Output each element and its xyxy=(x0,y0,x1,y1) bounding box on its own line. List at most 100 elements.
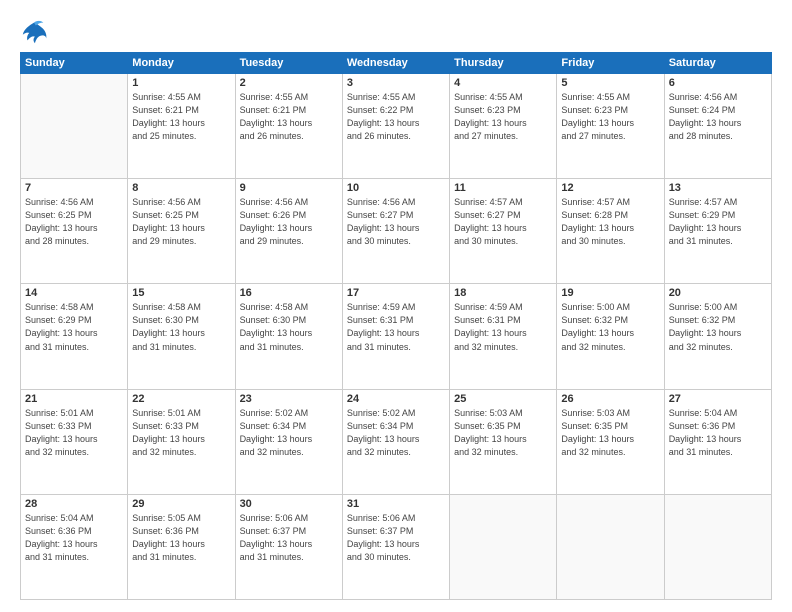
calendar-cell: 6 Sunrise: 4:56 AM Sunset: 6:24 PM Daylig… xyxy=(664,74,771,179)
page: SundayMondayTuesdayWednesdayThursdayFrid… xyxy=(0,0,792,612)
day-info: Sunrise: 4:59 AM Sunset: 6:31 PM Dayligh… xyxy=(454,301,552,353)
day-number: 16 xyxy=(240,287,338,299)
calendar-cell: 22Sunrise: 5:01 AM Sunset: 6:33 PM Dayli… xyxy=(128,389,235,494)
day-info: Sunrise: 5:06 AM Sunset: 6:37 PM Dayligh… xyxy=(347,512,445,564)
calendar-week-row: 14Sunrise: 4:58 AM Sunset: 6:29 PM Dayli… xyxy=(21,284,772,389)
day-number: 10 xyxy=(347,182,445,194)
calendar-cell: 1 Sunrise: 4:55 AM Sunset: 6:21 PM Daylig… xyxy=(128,74,235,179)
day-number: 5 xyxy=(561,77,659,89)
calendar-cell: 10 Sunrise: 4:56 AM Sunset: 6:27 PM Dayli… xyxy=(342,179,449,284)
calendar-cell: 16 Sunrise: 4:58 AM Sunset: 6:30 PM Dayli… xyxy=(235,284,342,389)
day-info: Sunrise: 4:55 AM Sunset: 6:23 PM Dayligh… xyxy=(454,91,552,143)
day-number: 22 xyxy=(132,393,230,405)
calendar-cell: 30 Sunrise: 5:06 AM Sunset: 6:37 PM Dayli… xyxy=(235,494,342,599)
day-info: Sunrise: 5:00 AM Sunset: 6:32 PM Dayligh… xyxy=(561,301,659,353)
day-info: Sunrise: 4:59 AM Sunset: 6:31 PM Dayligh… xyxy=(347,301,445,353)
day-number: 26 xyxy=(561,393,659,405)
calendar-day-header: Sunday xyxy=(21,53,128,74)
calendar-table: SundayMondayTuesdayWednesdayThursdayFrid… xyxy=(20,52,772,600)
calendar-cell: 7 Sunrise: 4:56 AM Sunset: 6:25 PM Daylig… xyxy=(21,179,128,284)
calendar-week-row: 28 Sunrise: 5:04 AM Sunset: 6:36 PM Dayli… xyxy=(21,494,772,599)
calendar-cell xyxy=(664,494,771,599)
day-info: Sunrise: 4:55 AM Sunset: 6:22 PM Dayligh… xyxy=(347,91,445,143)
day-number: 7 xyxy=(25,182,123,194)
day-number: 15 xyxy=(132,287,230,299)
day-number: 4 xyxy=(454,77,552,89)
calendar-cell: 5 Sunrise: 4:55 AM Sunset: 6:23 PM Daylig… xyxy=(557,74,664,179)
day-info: Sunrise: 5:00 AM Sunset: 6:32 PM Dayligh… xyxy=(669,301,767,353)
day-number: 3 xyxy=(347,77,445,89)
calendar-cell: 29 Sunrise: 5:05 AM Sunset: 6:36 PM Dayli… xyxy=(128,494,235,599)
day-info: Sunrise: 4:57 AM Sunset: 6:29 PM Dayligh… xyxy=(669,196,767,248)
day-info: Sunrise: 5:01 AM Sunset: 6:33 PM Dayligh… xyxy=(25,407,123,459)
day-number: 6 xyxy=(669,77,767,89)
day-info: Sunrise: 4:56 AM Sunset: 6:26 PM Dayligh… xyxy=(240,196,338,248)
day-number: 31 xyxy=(347,498,445,510)
calendar-cell: 21 Sunrise: 5:01 AM Sunset: 6:33 PM Dayli… xyxy=(21,389,128,494)
calendar-cell: 18 Sunrise: 4:59 AM Sunset: 6:31 PM Dayli… xyxy=(450,284,557,389)
day-info: Sunrise: 4:57 AM Sunset: 6:28 PM Dayligh… xyxy=(561,196,659,248)
day-number: 19 xyxy=(561,287,659,299)
calendar-cell: 15 Sunrise: 4:58 AM Sunset: 6:30 PM Dayli… xyxy=(128,284,235,389)
day-number: 21 xyxy=(25,393,123,405)
day-info: Sunrise: 4:56 AM Sunset: 6:27 PM Dayligh… xyxy=(347,196,445,248)
calendar-cell: 8 Sunrise: 4:56 AM Sunset: 6:25 PM Daylig… xyxy=(128,179,235,284)
calendar-week-row: 1 Sunrise: 4:55 AM Sunset: 6:21 PM Daylig… xyxy=(21,74,772,179)
day-number: 24 xyxy=(347,393,445,405)
day-info: Sunrise: 4:58 AM Sunset: 6:30 PM Dayligh… xyxy=(132,301,230,353)
calendar-day-header: Thursday xyxy=(450,53,557,74)
calendar-cell: 23Sunrise: 5:02 AM Sunset: 6:34 PM Dayli… xyxy=(235,389,342,494)
calendar-cell xyxy=(557,494,664,599)
calendar-day-header: Monday xyxy=(128,53,235,74)
day-number: 20 xyxy=(669,287,767,299)
calendar-cell: 14Sunrise: 4:58 AM Sunset: 6:29 PM Dayli… xyxy=(21,284,128,389)
day-info: Sunrise: 5:02 AM Sunset: 6:34 PM Dayligh… xyxy=(347,407,445,459)
calendar-week-row: 7 Sunrise: 4:56 AM Sunset: 6:25 PM Daylig… xyxy=(21,179,772,284)
day-number: 1 xyxy=(132,77,230,89)
calendar-cell: 4 Sunrise: 4:55 AM Sunset: 6:23 PM Daylig… xyxy=(450,74,557,179)
day-number: 30 xyxy=(240,498,338,510)
calendar-cell: 26Sunrise: 5:03 AM Sunset: 6:35 PM Dayli… xyxy=(557,389,664,494)
logo xyxy=(20,18,52,46)
day-number: 2 xyxy=(240,77,338,89)
day-info: Sunrise: 5:04 AM Sunset: 6:36 PM Dayligh… xyxy=(669,407,767,459)
day-number: 13 xyxy=(669,182,767,194)
calendar-day-header: Tuesday xyxy=(235,53,342,74)
day-info: Sunrise: 5:06 AM Sunset: 6:37 PM Dayligh… xyxy=(240,512,338,564)
day-number: 8 xyxy=(132,182,230,194)
calendar-day-header: Friday xyxy=(557,53,664,74)
day-number: 9 xyxy=(240,182,338,194)
calendar-cell: 27Sunrise: 5:04 AM Sunset: 6:36 PM Dayli… xyxy=(664,389,771,494)
day-info: Sunrise: 4:56 AM Sunset: 6:25 PM Dayligh… xyxy=(25,196,123,248)
day-info: Sunrise: 4:57 AM Sunset: 6:27 PM Dayligh… xyxy=(454,196,552,248)
day-info: Sunrise: 5:04 AM Sunset: 6:36 PM Dayligh… xyxy=(25,512,123,564)
day-info: Sunrise: 4:55 AM Sunset: 6:21 PM Dayligh… xyxy=(132,91,230,143)
day-number: 29 xyxy=(132,498,230,510)
day-number: 17 xyxy=(347,287,445,299)
calendar-cell: 20 Sunrise: 5:00 AM Sunset: 6:32 PM Dayli… xyxy=(664,284,771,389)
day-info: Sunrise: 5:05 AM Sunset: 6:36 PM Dayligh… xyxy=(132,512,230,564)
calendar-cell: 11 Sunrise: 4:57 AM Sunset: 6:27 PM Dayli… xyxy=(450,179,557,284)
day-number: 11 xyxy=(454,182,552,194)
day-info: Sunrise: 4:58 AM Sunset: 6:30 PM Dayligh… xyxy=(240,301,338,353)
day-info: Sunrise: 4:56 AM Sunset: 6:24 PM Dayligh… xyxy=(669,91,767,143)
calendar-cell: 24 Sunrise: 5:02 AM Sunset: 6:34 PM Dayli… xyxy=(342,389,449,494)
calendar-cell: 19 Sunrise: 5:00 AM Sunset: 6:32 PM Dayli… xyxy=(557,284,664,389)
calendar-cell: 31 Sunrise: 5:06 AM Sunset: 6:37 PM Dayli… xyxy=(342,494,449,599)
calendar-cell: 3 Sunrise: 4:55 AM Sunset: 6:22 PM Daylig… xyxy=(342,74,449,179)
day-number: 12 xyxy=(561,182,659,194)
day-number: 18 xyxy=(454,287,552,299)
logo-icon xyxy=(20,18,48,46)
calendar-day-header: Saturday xyxy=(664,53,771,74)
day-info: Sunrise: 4:56 AM Sunset: 6:25 PM Dayligh… xyxy=(132,196,230,248)
calendar-cell: 12 Sunrise: 4:57 AM Sunset: 6:28 PM Dayli… xyxy=(557,179,664,284)
day-info: Sunrise: 4:55 AM Sunset: 6:23 PM Dayligh… xyxy=(561,91,659,143)
day-number: 14 xyxy=(25,287,123,299)
calendar-header-row: SundayMondayTuesdayWednesdayThursdayFrid… xyxy=(21,53,772,74)
calendar-cell: 25Sunrise: 5:03 AM Sunset: 6:35 PM Dayli… xyxy=(450,389,557,494)
calendar-cell xyxy=(21,74,128,179)
calendar-cell: 28 Sunrise: 5:04 AM Sunset: 6:36 PM Dayli… xyxy=(21,494,128,599)
day-number: 28 xyxy=(25,498,123,510)
calendar-cell xyxy=(450,494,557,599)
day-info: Sunrise: 4:55 AM Sunset: 6:21 PM Dayligh… xyxy=(240,91,338,143)
